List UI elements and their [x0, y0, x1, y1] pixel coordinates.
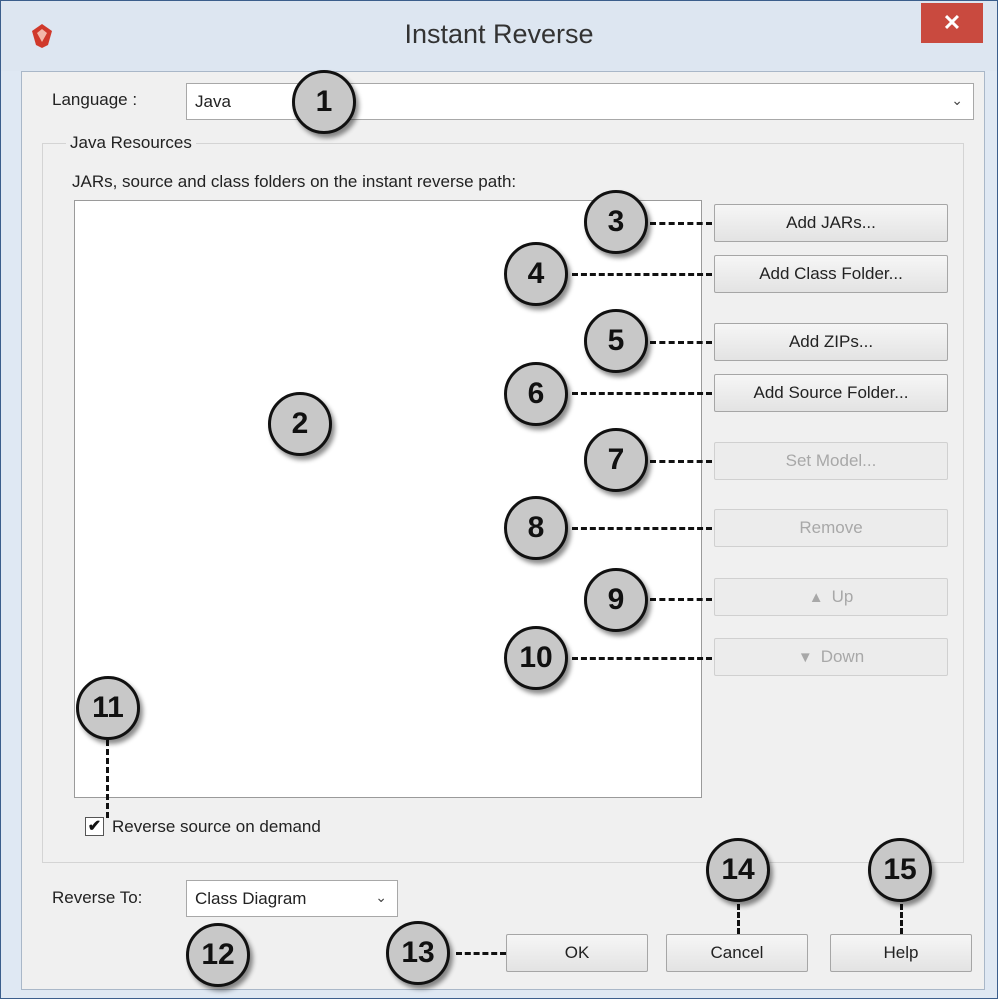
reverse-on-demand-checkbox[interactable]: ✔ [85, 817, 104, 836]
chevron-up-icon: ▲ [808, 589, 824, 606]
language-value: Java [195, 92, 231, 111]
reverse-on-demand-label: Reverse source on demand [112, 817, 321, 836]
set-model-button[interactable]: Set Model... [714, 442, 948, 480]
window-title: Instant Reverse [404, 19, 594, 49]
chevron-down-icon: ⌄ [375, 889, 387, 905]
resource-path-list[interactable] [74, 200, 702, 798]
chevron-down-icon: ▼ [797, 649, 813, 666]
add-source-folder-button[interactable]: Add Source Folder... [714, 374, 948, 412]
callout-5: 5 [584, 309, 648, 373]
down-label: Down [820, 647, 865, 666]
path-label: JARs, source and class folders on the in… [72, 172, 517, 191]
group-title: Java Resources [66, 133, 196, 153]
connector-6 [572, 392, 712, 395]
reverse-to-select[interactable]: Class Diagram ⌄ [186, 880, 398, 917]
callout-10: 10 [504, 626, 568, 690]
callout-9: 9 [584, 568, 648, 632]
connector-10 [572, 657, 712, 660]
callout-14: 14 [706, 838, 770, 902]
up-button[interactable]: ▲ Up [714, 578, 948, 616]
connector-13 [456, 952, 506, 955]
down-button[interactable]: ▼ Down [714, 638, 948, 676]
language-label: Language : [52, 90, 138, 109]
chevron-down-icon: ⌄ [951, 92, 963, 108]
help-button[interactable]: Help [830, 934, 972, 972]
remove-button[interactable]: Remove [714, 509, 948, 547]
callout-3: 3 [584, 190, 648, 254]
connector-7 [650, 460, 712, 463]
callout-1: 1 [292, 70, 356, 134]
connector-4 [572, 273, 712, 276]
callout-12: 12 [186, 923, 250, 987]
ok-button[interactable]: OK [506, 934, 648, 972]
connector-11 [106, 740, 109, 818]
callout-2: 2 [268, 392, 332, 456]
add-zips-button[interactable]: Add ZIPs... [714, 323, 948, 361]
add-class-folder-button[interactable]: Add Class Folder... [714, 255, 948, 293]
callout-13: 13 [386, 921, 450, 985]
callout-4: 4 [504, 242, 568, 306]
connector-3 [650, 222, 712, 225]
connector-8 [572, 527, 712, 530]
close-button[interactable]: ✕ [921, 3, 983, 43]
cancel-button[interactable]: Cancel [666, 934, 808, 972]
callout-8: 8 [504, 496, 568, 560]
up-label: Up [831, 587, 854, 606]
connector-5 [650, 341, 712, 344]
callout-6: 6 [504, 362, 568, 426]
connector-9 [650, 598, 712, 601]
callout-7: 7 [584, 428, 648, 492]
callout-11: 11 [76, 676, 140, 740]
reverse-to-value: Class Diagram [195, 889, 307, 908]
reverse-to-label: Reverse To: [52, 888, 143, 907]
title-bar: Instant Reverse ✕ [1, 1, 997, 71]
add-jars-button[interactable]: Add JARs... [714, 204, 948, 242]
callout-15: 15 [868, 838, 932, 902]
